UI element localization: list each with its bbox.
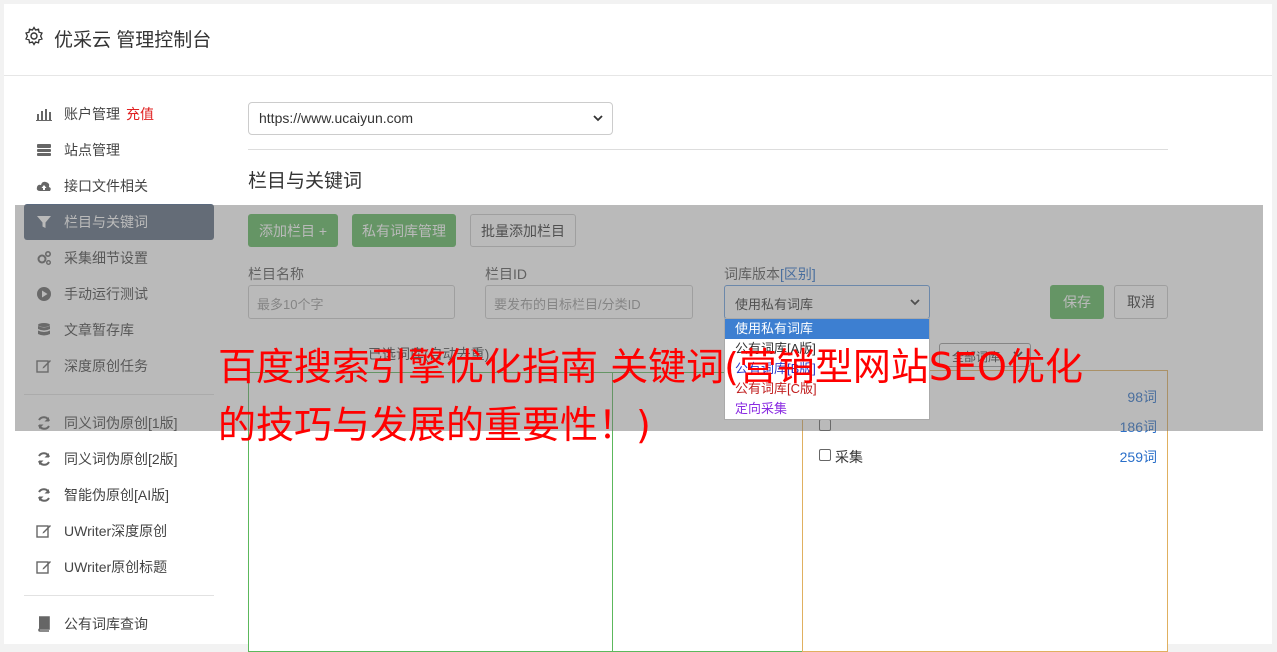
bar-chart-icon bbox=[36, 106, 52, 122]
page-title: 优采云 管理控制台 bbox=[54, 30, 212, 51]
edit-icon bbox=[36, 523, 52, 539]
sidebar-item-label: UWriter深度原创 bbox=[64, 523, 168, 539]
sidebar-item-label: 同义词伪原创[2版] bbox=[64, 451, 178, 467]
sidebar-item-interface[interactable]: 接口文件相关 bbox=[24, 168, 214, 204]
sidebar-item-synonym-v2[interactable]: 同义词伪原创[2版] bbox=[24, 441, 214, 477]
site-select-value: https://www.ucaiyun.com bbox=[259, 110, 414, 126]
word-count: 259词 bbox=[1119, 449, 1157, 465]
sidebar-item-label: 公有词库查询 bbox=[64, 616, 148, 632]
book-icon bbox=[36, 616, 52, 632]
edit-icon bbox=[36, 559, 52, 575]
sidebar-item-label: 接口文件相关 bbox=[64, 178, 148, 194]
sidebar-item-ai-rewrite[interactable]: 智能伪原创[AI版] bbox=[24, 477, 214, 513]
sidebar-item-sites[interactable]: 站点管理 bbox=[24, 132, 214, 168]
sidebar-item-public-lexicon[interactable]: 公有词库查询 bbox=[24, 606, 214, 642]
section-title: 栏目与关键词 bbox=[248, 171, 363, 192]
refresh-icon bbox=[36, 451, 52, 467]
recharge-link[interactable]: 充值 bbox=[126, 104, 154, 124]
sidebar-item-label: 智能伪原创[AI版] bbox=[64, 487, 170, 503]
sidebar-item-label: UWriter原创标题 bbox=[64, 559, 168, 575]
server-icon bbox=[36, 142, 52, 158]
sidebar-divider bbox=[24, 595, 214, 596]
sidebar-item-label: 账户管理 bbox=[64, 106, 120, 122]
chevron-down-icon bbox=[593, 115, 603, 122]
sidebar-item-label: 站点管理 bbox=[64, 142, 120, 158]
header: 优采云 管理控制台 bbox=[4, 4, 1272, 76]
dropdown-option[interactable]: 使用私有词库 bbox=[725, 319, 929, 339]
divider bbox=[248, 149, 1168, 150]
site-select[interactable]: https://www.ucaiyun.com bbox=[248, 102, 613, 135]
sidebar-item-uwriter-deep[interactable]: UWriter深度原创 bbox=[24, 513, 214, 549]
sidebar-item-account[interactable]: 账户管理 充值 bbox=[24, 96, 214, 132]
cloud-upload-icon bbox=[36, 178, 52, 194]
gear-icon bbox=[25, 26, 43, 46]
promo-headline: 百度搜索引擎优化指南 关键词(营销型网站SEO优化的技巧与发展的重要性！) bbox=[218, 345, 1083, 447]
sidebar-item-uwriter-title[interactable]: UWriter原创标题 bbox=[24, 549, 214, 585]
refresh-icon bbox=[36, 487, 52, 503]
